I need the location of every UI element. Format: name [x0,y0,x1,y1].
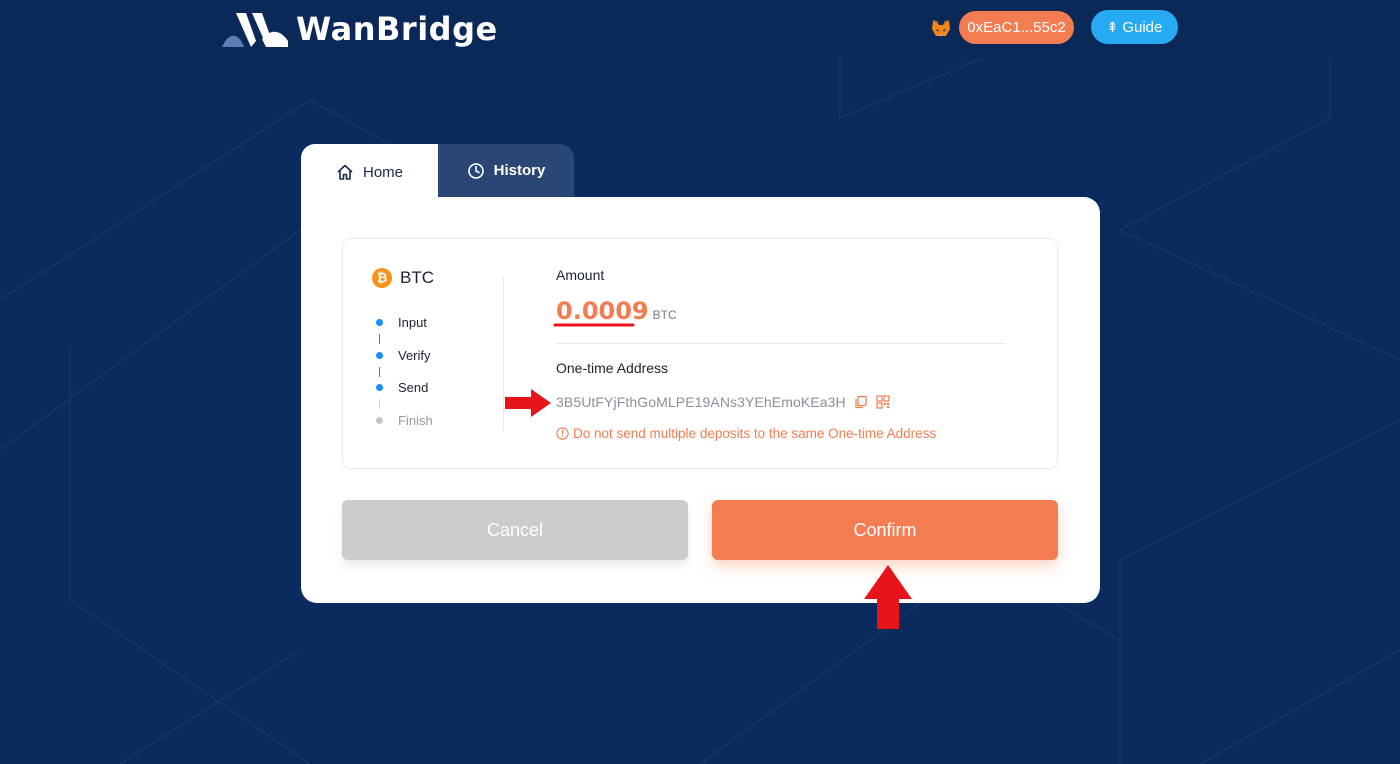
one-time-address-value[interactable]: 3B5UtFYjFthGoMLPE19ANs3YEhEmoKEa3H [556,394,846,410]
signpost-icon: ⇞ [1106,19,1119,35]
guide-label: Guide [1122,19,1163,36]
clock-icon [467,162,484,179]
deposit-details-card: ₿ BTC Input Verify Send Finish Amount 0.… [342,238,1058,469]
wanbridge-logo[interactable]: WanBridge [222,10,498,48]
guide-button[interactable]: ⇞ Guide [1091,10,1178,44]
address-warning-text: Do not send multiple deposits to the sam… [573,426,937,441]
right-arrow-annotation [505,389,551,417]
logo-text: WanBridge [296,10,498,48]
step-verify: Verify [376,348,431,363]
up-arrow-annotation [864,565,912,629]
top-navbar: WanBridge 0xEaC1...55c2 ⇞ Guide [0,0,1400,57]
address-warning: Do not send multiple deposits to the sam… [556,426,936,441]
coin-symbol: BTC [400,268,434,287]
horizontal-divider [556,343,1006,344]
step-dot [376,352,383,359]
tab-history-label: History [493,162,546,179]
step-label: Finish [398,413,433,428]
step-connector [379,334,380,344]
step-connector [379,367,380,377]
one-time-address-row: 3B5UtFYjFthGoMLPE19ANs3YEhEmoKEa3H [556,394,890,410]
qr-code-icon[interactable] [876,395,890,409]
step-finish: Finish [376,413,433,428]
step-label: Input [398,315,427,330]
bitcoin-icon: ₿ [372,268,392,288]
step-dot [376,417,383,424]
copy-icon[interactable] [854,395,868,409]
wanbridge-logo-icon [222,13,288,47]
step-label: Send [398,380,429,395]
cancel-button[interactable]: Cancel [342,500,688,560]
bridge-panel: ₿ BTC Input Verify Send Finish Amount 0.… [301,197,1100,603]
coin-header: ₿ BTC [372,268,434,288]
step-label: Verify [398,348,431,363]
step-input: Input [376,315,427,330]
confirm-button[interactable]: Confirm [712,500,1058,560]
amount-underline-annotation [553,323,635,327]
one-time-address-label: One-time Address [556,360,669,376]
amount-unit: BTC [652,308,677,322]
metamask-fox-icon [932,20,950,36]
tab-home[interactable]: Home [301,144,438,200]
tab-history[interactable]: History [438,144,574,197]
step-connector [379,399,380,409]
home-icon [337,164,353,180]
step-dot [376,384,383,391]
step-dot [376,319,383,326]
info-circle-icon [556,427,569,440]
step-send: Send [376,380,428,395]
amount-label: Amount [556,267,605,283]
wallet-address-button[interactable]: 0xEaC1...55c2 [959,11,1074,44]
tab-home-label: Home [362,163,403,181]
